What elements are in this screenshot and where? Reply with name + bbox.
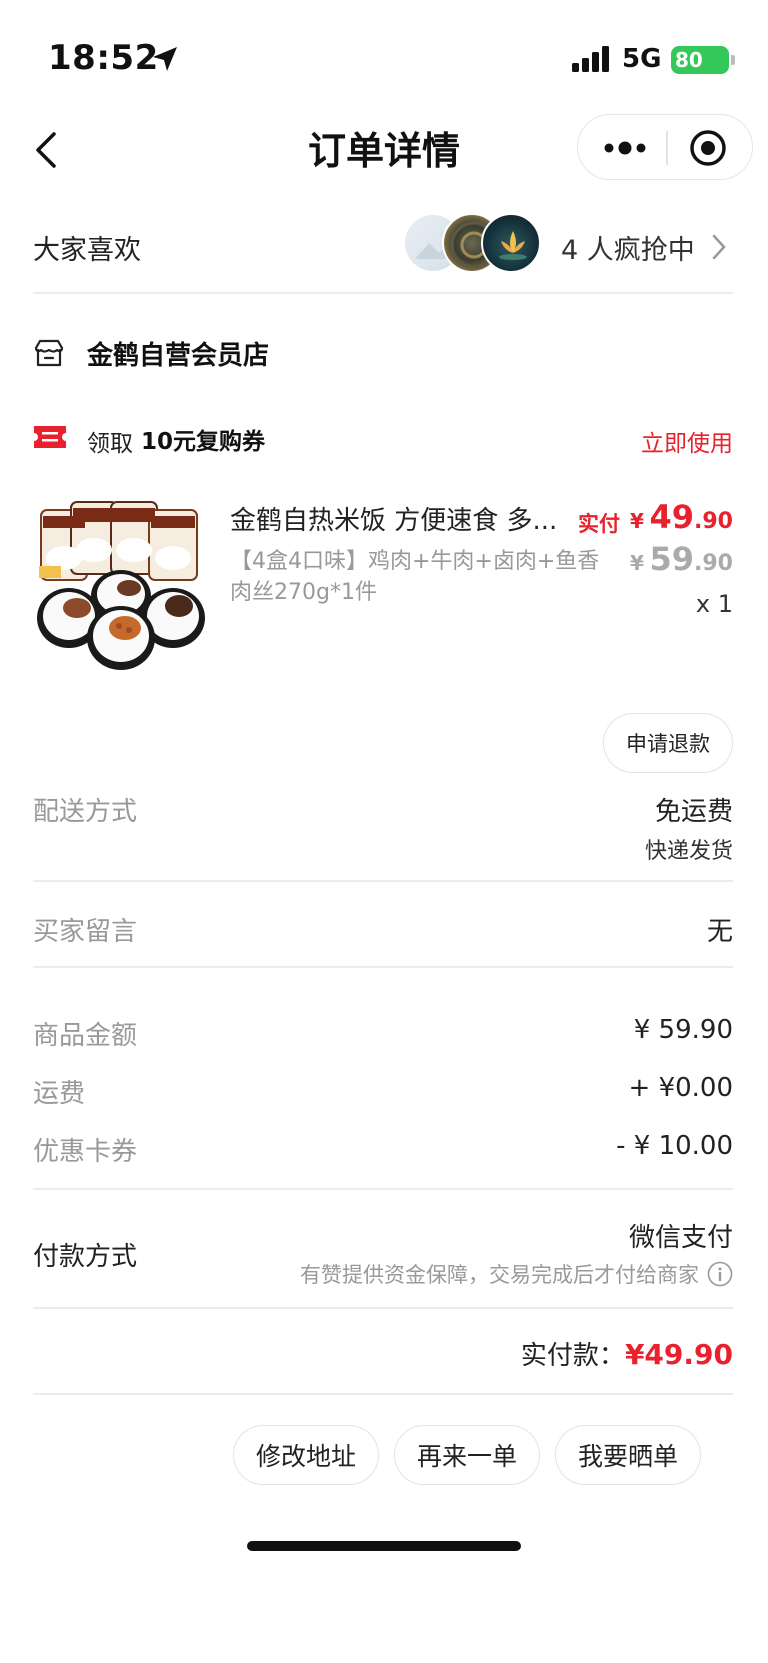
divider [33, 966, 733, 968]
close-target-icon[interactable] [688, 128, 728, 168]
paid-label: 实付 [578, 512, 620, 536]
more-dots-icon[interactable] [600, 131, 650, 165]
delivery-label: 配送方式 [33, 797, 138, 827]
payment-note-text: 有赞提供资金保障，交易完成后才付给商家 [300, 1263, 699, 1287]
divider [33, 1307, 733, 1309]
order-actions: 修改地址 再来一单 我要晒单 [0, 1425, 768, 1489]
paid-price: ¥ 49.90 [630, 498, 733, 536]
goods-amount-value: ¥ 59.90 [633, 1015, 733, 1045]
info-icon[interactable] [707, 1261, 733, 1287]
use-coupon-link[interactable]: 立即使用 [641, 424, 733, 458]
capsule-divider [666, 131, 668, 165]
store-icon [34, 339, 64, 367]
buyer-message-label: 买家留言 [33, 917, 138, 947]
divider [33, 880, 733, 882]
coupon-ticket-icon [34, 426, 66, 448]
delivery-value: 免运费 [654, 797, 733, 827]
total-paid-row: 实付款：¥49.90 [521, 1335, 733, 1372]
paid-price-int: 49 [649, 498, 695, 536]
coupon-row: 领取 10元复购券 立即使用 [33, 420, 733, 460]
status-bar: 18:52 5G 80 [0, 0, 768, 118]
product-image[interactable] [33, 500, 208, 672]
paid-price-dec: .90 [694, 509, 733, 534]
store-name: 金鹤自营会员店 [87, 341, 270, 371]
payment-guarantee-note: 有赞提供资金保障，交易完成后才付给商家 [300, 1259, 733, 1289]
product-title[interactable]: 金鹤自热米饭 方便速食 多... [230, 500, 575, 537]
goods-amount-label: 商品金额 [33, 1021, 138, 1051]
likes-label: 大家喜欢 [33, 235, 141, 266]
total-paid-label: 实付款： [520, 1341, 625, 1371]
shipping-value: + ¥0.00 [628, 1073, 733, 1103]
divider [33, 1188, 733, 1190]
coupon-amount: 10元复购券 [141, 429, 266, 455]
original-price: ¥ 59.90 [630, 540, 733, 578]
divider [33, 1393, 733, 1395]
divider [33, 292, 733, 294]
everyone-likes-row[interactable]: 大家喜欢 4 人疯抢中 [0, 210, 768, 296]
modify-address-button[interactable]: 修改地址 [233, 1425, 379, 1485]
mini-program-capsule [577, 114, 753, 180]
battery-level: 80 [675, 48, 703, 72]
home-indicator [247, 1541, 521, 1551]
battery-icon: 80 [671, 46, 729, 74]
battery-cap [731, 55, 735, 65]
product-sku: 【4盒4口味】鸡肉+牛肉+卤肉+鱼香肉丝270g*1件 [230, 549, 600, 605]
refund-button[interactable]: 申请退款 [603, 713, 733, 773]
avatar-group [403, 213, 553, 273]
likes-count: 4 人疯抢中 [561, 235, 695, 266]
status-time: 18:52 [48, 38, 159, 78]
discount-label: 优惠卡券 [33, 1137, 138, 1167]
delivery-sub: 快递发货 [644, 839, 733, 864]
orig-price-int: 59 [649, 540, 695, 578]
reorder-button[interactable]: 再来一单 [394, 1425, 540, 1485]
network-type: 5G [622, 44, 662, 74]
payment-method-value: 微信支付 [628, 1223, 733, 1253]
paid-currency: ¥ [629, 509, 644, 533]
location-arrow-icon [153, 47, 177, 71]
chevron-right-icon [712, 234, 726, 260]
payment-method-label: 付款方式 [33, 1242, 138, 1272]
discount-value: - ¥ 10.00 [616, 1131, 733, 1161]
orig-currency: ¥ [629, 551, 644, 575]
nav-bar: 订单详情 [0, 110, 768, 210]
share-order-button[interactable]: 我要晒单 [555, 1425, 701, 1485]
product-quantity: x 1 [695, 590, 733, 618]
coupon-prefix: 领取 [87, 431, 133, 457]
shipping-label: 运费 [33, 1079, 86, 1109]
total-paid-value: ¥49.90 [624, 1338, 733, 1371]
buyer-message-value: 无 [706, 917, 733, 947]
avatar [481, 213, 541, 273]
orig-price-dec: .90 [694, 551, 733, 576]
cellular-signal-icon [572, 46, 609, 72]
